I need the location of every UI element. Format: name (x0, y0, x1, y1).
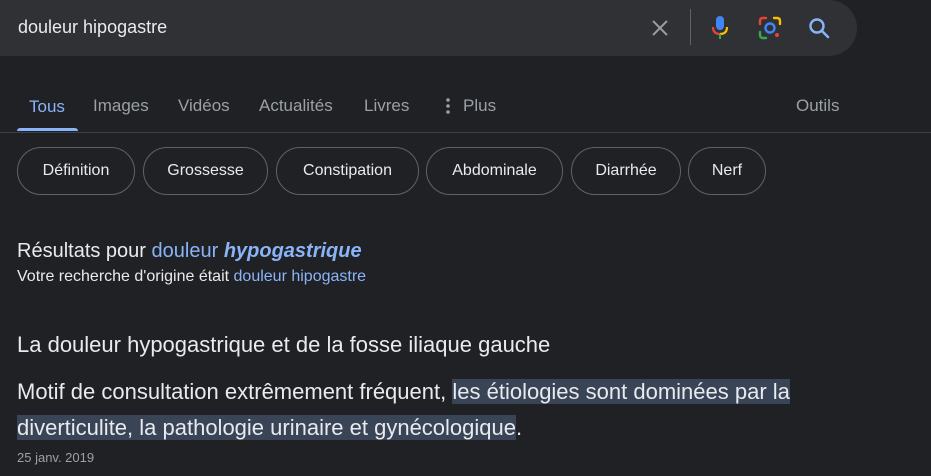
search-tabs: Tous Images Vidéos Actualités Livres Plu… (0, 84, 931, 133)
snippet-text-plain: Motif de consultation extrêmement fréque… (17, 379, 447, 404)
chip-diarrhee[interactable]: Diarrhée (571, 147, 681, 195)
correction-prefix: Résultats pour (17, 240, 146, 262)
snippet-date: 25 janv. 2019 (17, 450, 95, 465)
corrected-query-link[interactable]: douleur hypogastrique (152, 240, 362, 262)
tab-videos[interactable]: Vidéos (178, 96, 230, 116)
chip-abdominale[interactable]: Abdominale (426, 147, 563, 195)
search-input[interactable] (18, 14, 618, 40)
featured-snippet-title: La douleur hypogastrique et de la fosse … (17, 332, 551, 357)
tab-images[interactable]: Images (93, 96, 149, 116)
corrected-query-plain: douleur (151, 240, 219, 262)
featured-snippet-text: Motif de consultation extrêmement fréque… (17, 374, 897, 446)
tab-livres[interactable]: Livres (364, 96, 409, 116)
tools-button[interactable]: Outils (796, 96, 839, 116)
more-vert-icon (446, 98, 450, 114)
microphone-icon (711, 16, 729, 39)
snippet-text-end: . (516, 415, 523, 440)
chip-constipation[interactable]: Constipation (276, 147, 419, 195)
active-tab-indicator (17, 128, 78, 131)
close-icon (652, 20, 668, 36)
chip-nerf[interactable]: Nerf (688, 147, 766, 195)
original-query-link[interactable]: douleur hipogastre (234, 268, 367, 285)
tab-plus[interactable]: Plus (446, 96, 496, 116)
original-query-notice: Votre recherche d'origine était douleur … (17, 268, 366, 286)
search-icon (809, 18, 830, 39)
voice-search-button[interactable] (704, 12, 736, 44)
clear-search-button[interactable] (644, 12, 676, 44)
search-divider (690, 9, 691, 45)
chip-grossesse[interactable]: Grossesse (143, 147, 268, 195)
spelling-correction: Résultats pour douleur hypogastrique (17, 240, 362, 263)
google-lens-icon (758, 16, 782, 40)
original-prefix: Votre recherche d'origine était (17, 268, 230, 285)
search-button[interactable] (803, 12, 835, 44)
tab-actualites[interactable]: Actualités (259, 96, 333, 116)
tab-plus-label: Plus (463, 96, 497, 115)
chip-definition[interactable]: Définition (17, 147, 135, 195)
search-bar (0, 0, 857, 56)
corrected-query-bold: hypogastrique (223, 240, 362, 262)
google-lens-button[interactable] (754, 12, 786, 44)
tab-tous[interactable]: Tous (29, 97, 65, 117)
